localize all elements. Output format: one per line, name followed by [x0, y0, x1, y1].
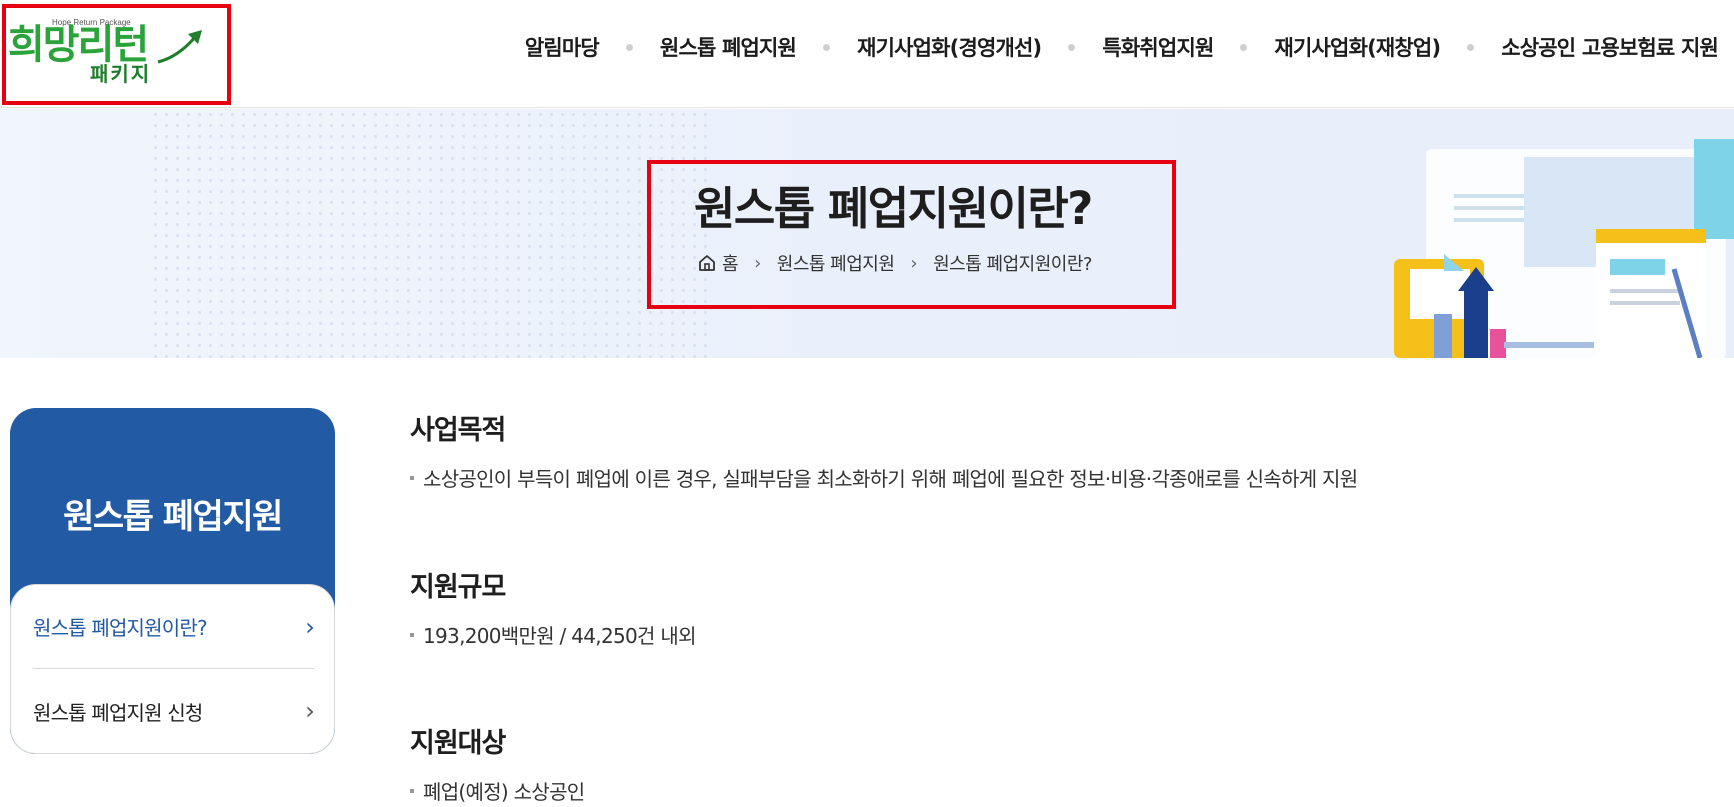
- nav-item-employment[interactable]: 특화취업지원: [1102, 32, 1214, 62]
- logo-english-text: Hope Return Package: [52, 18, 131, 27]
- section-text-row: 소상공인이 부득이 폐업에 이른 경우, 실패부담을 최소화하기 위해 폐업에 …: [410, 463, 1358, 492]
- section-text: 폐업(예정) 소상공인: [423, 780, 585, 804]
- chevron-right-icon: ›: [305, 697, 315, 725]
- breadcrumb-home[interactable]: 홈: [698, 250, 739, 276]
- site-header: 희망리턴 Hope Return Package 패키지 알림마당 원스톱 폐업…: [0, 0, 1734, 108]
- section-target: 지원대상 폐업(예정) 소상공인: [410, 721, 585, 805]
- side-nav-header: 원스톱 폐업지원: [10, 408, 335, 588]
- bullet-icon: [410, 475, 414, 480]
- side-nav-item-label: 원스톱 폐업지원 신청: [33, 700, 203, 725]
- chevron-right-icon: ›: [305, 612, 315, 641]
- nav-separator-dot: [625, 43, 633, 51]
- main-navigation: 알림마당 원스톱 폐업지원 재기사업화(경영개선) 특화취업지원 재기사업화(재…: [525, 30, 1719, 64]
- section-text: 193,200백만원 / 44,250건 내외: [423, 624, 696, 648]
- breadcrumb-home-label: 홈: [722, 254, 739, 275]
- side-nav-item-label: 원스톱 폐업지원이란?: [33, 616, 208, 640]
- section-text-row: 193,200백만원 / 44,250건 내외: [410, 620, 696, 649]
- logo-sub-text: 패키지: [90, 62, 152, 86]
- side-nav-item-apply[interactable]: 원스톱 폐업지원 신청 ›: [33, 669, 315, 753]
- section-scale: 지원규모 193,200백만원 / 44,250건 내외: [410, 565, 696, 649]
- side-nav-item-overview[interactable]: 원스톱 폐업지원이란? ›: [33, 585, 315, 669]
- breadcrumb-level1[interactable]: 원스톱 폐업지원: [777, 250, 895, 276]
- bullet-icon: [410, 632, 414, 637]
- side-nav-title: 원스톱 폐업지원: [63, 496, 283, 537]
- section-purpose: 사업목적 소상공인이 부득이 폐업에 이른 경우, 실패부담을 최소화하기 위해…: [410, 408, 1358, 492]
- bullet-icon: [410, 788, 414, 793]
- nav-item-notice[interactable]: 알림마당: [525, 32, 600, 62]
- nav-separator-dot: [1467, 43, 1475, 51]
- section-heading: 지원규모: [410, 572, 506, 603]
- section-text-row: 폐업(예정) 소상공인: [410, 776, 585, 805]
- nav-separator-dot: [1068, 43, 1076, 51]
- banner-illustration: [1394, 139, 1734, 358]
- side-navigation: 원스톱 폐업지원 원스톱 폐업지원이란? › 원스톱 폐업지원 신청 ›: [10, 408, 335, 754]
- banner-dot-pattern: [150, 109, 710, 358]
- nav-item-onestop-closure[interactable]: 원스톱 폐업지원: [660, 32, 797, 62]
- chevron-right-icon: ›: [910, 252, 918, 274]
- site-logo[interactable]: 희망리턴 Hope Return Package 패키지: [6, 6, 211, 90]
- section-heading: 사업목적: [410, 415, 506, 446]
- nav-separator-dot: [823, 43, 831, 51]
- nav-item-restart-improvement[interactable]: 재기사업화(경영개선): [857, 32, 1042, 62]
- nav-item-insurance-support[interactable]: 소상공인 고용보험료 지원: [1501, 32, 1719, 62]
- home-icon: [699, 255, 715, 271]
- side-nav-menu: 원스톱 폐업지원이란? › 원스톱 폐업지원 신청 ›: [10, 584, 335, 754]
- section-heading: 지원대상: [410, 728, 506, 759]
- breadcrumb-level2[interactable]: 원스톱 폐업지원이란?: [933, 250, 1092, 276]
- chevron-right-icon: ›: [754, 252, 761, 274]
- nav-separator-dot: [1240, 43, 1248, 51]
- breadcrumb: 홈 › 원스톱 폐업지원 › 원스톱 폐업지원이란?: [698, 250, 1092, 276]
- section-text: 소상공인이 부득이 폐업에 이른 경우, 실패부담을 최소화하기 위해 폐업에 …: [423, 467, 1358, 491]
- logo-arrow-icon: [157, 30, 202, 64]
- nav-item-restart-newbusiness[interactable]: 재기사업화(재창업): [1274, 32, 1441, 62]
- page-title: 원스톱 폐업지원이란?: [694, 182, 1093, 235]
